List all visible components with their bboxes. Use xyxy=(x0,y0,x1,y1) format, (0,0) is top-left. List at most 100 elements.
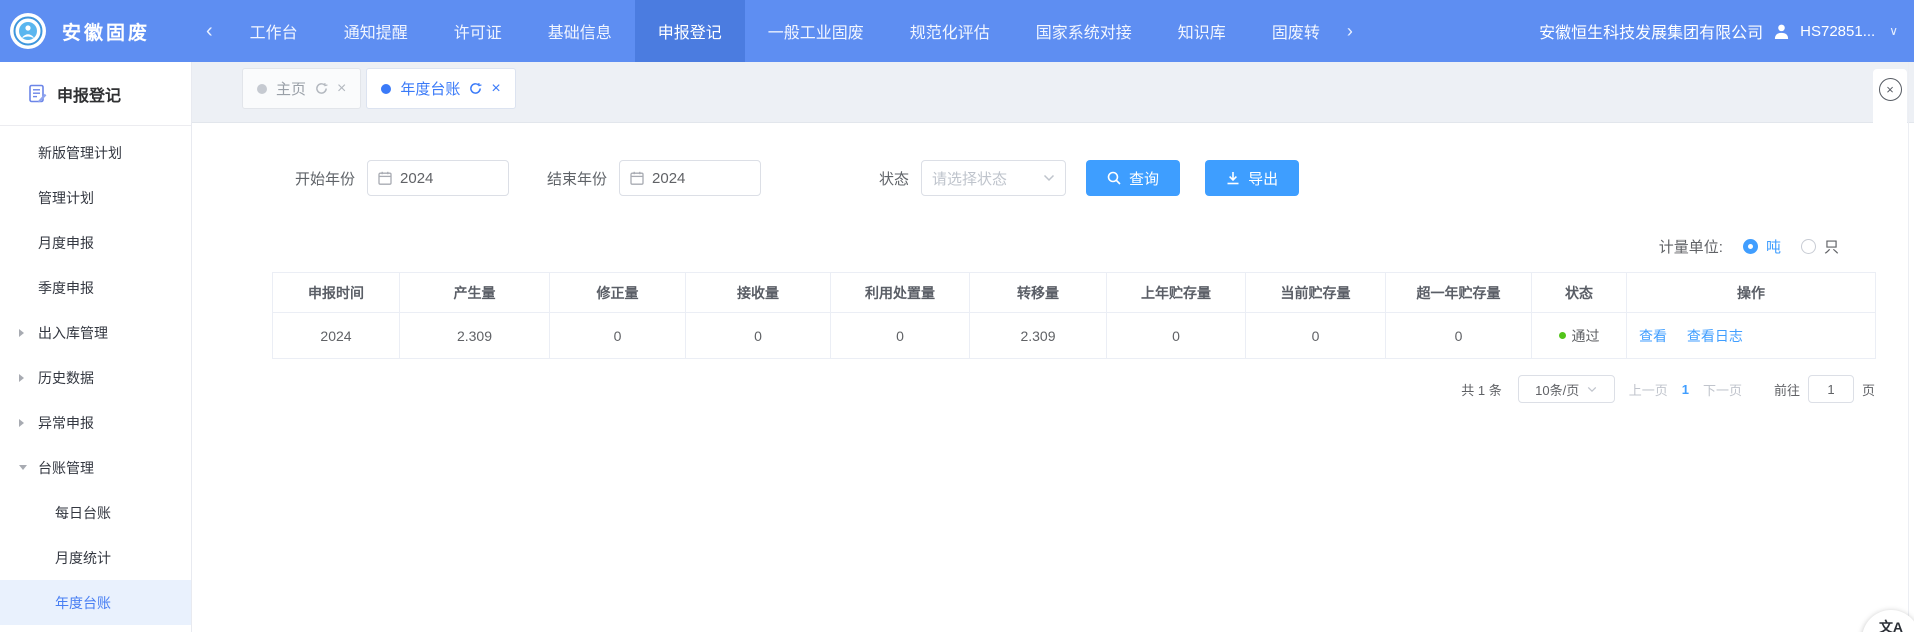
col-status: 状态 xyxy=(1532,273,1627,313)
next-page-button[interactable]: 下一页 xyxy=(1703,380,1742,399)
unit-radio-piece[interactable]: 只 xyxy=(1801,236,1839,257)
page-size-select[interactable]: 10条/页 xyxy=(1518,375,1615,403)
expand-right-caret-icon xyxy=(19,329,24,337)
nav-item-national-system[interactable]: 国家系统对接 xyxy=(1013,0,1155,62)
status-badge: 通过 xyxy=(1559,326,1600,346)
calendar-icon xyxy=(378,171,392,185)
nav-scroll-arrow-icon[interactable]: › xyxy=(1343,0,1357,62)
end-year-input[interactable]: 2024 xyxy=(619,160,761,196)
calendar-icon xyxy=(630,171,644,185)
tab-status-dot xyxy=(381,84,391,94)
tab-close-icon[interactable]: × xyxy=(491,81,500,97)
circled-x-icon: × xyxy=(1879,78,1902,101)
expand-down-caret-icon xyxy=(19,465,27,470)
page-number-1[interactable]: 1 xyxy=(1682,382,1689,397)
tab-close-icon[interactable]: × xyxy=(337,81,346,97)
view-link[interactable]: 查看 xyxy=(1639,328,1667,344)
col-generated: 产生量 xyxy=(400,273,550,313)
sidebar-item-history-data[interactable]: 历史数据 xyxy=(0,355,191,400)
total-count: 共 1 条 xyxy=(1461,380,1501,399)
col-actions: 操作 xyxy=(1627,273,1876,313)
tab-status-dot xyxy=(257,84,267,94)
nav-item-basic-info[interactable]: 基础信息 xyxy=(525,0,635,62)
user-icon xyxy=(1773,23,1790,40)
sidebar-item-ledger-management[interactable]: 台账管理 xyxy=(0,445,191,490)
export-button[interactable]: 导出 xyxy=(1205,160,1299,196)
tab-strip: 主页 × 年度台账 × × xyxy=(192,62,1914,123)
view-log-link[interactable]: 查看日志 xyxy=(1687,328,1743,344)
nav-item-general-industrial-waste[interactable]: 一般工业固废 xyxy=(745,0,887,62)
measure-unit-label: 计量单位: xyxy=(1659,236,1723,257)
declaration-doc-icon xyxy=(28,84,47,103)
sidebar-header: 申报登记 xyxy=(0,62,191,126)
annual-ledger-table: 申报时间 产生量 修正量 接收量 利用处置量 转移量 上年贮存量 当前贮存量 超… xyxy=(272,272,1876,359)
tabs: 主页 × 年度台账 × xyxy=(242,68,516,109)
prev-page-button[interactable]: 上一页 xyxy=(1629,380,1668,399)
sidebar-item-quarterly-declaration[interactable]: 季度申报 xyxy=(0,265,191,310)
top-nav: 安徽固废 ‹ 工作台 通知提醒 许可证 基础信息 申报登记 一般工业固废 规范化… xyxy=(0,0,1914,62)
tab-home[interactable]: 主页 × xyxy=(242,68,361,109)
sidebar-item-inout-storage[interactable]: 出入库管理 xyxy=(0,310,191,355)
scrollbar-track[interactable] xyxy=(1908,62,1909,632)
table-row: 2024 2.309 0 0 0 2.309 0 0 0 通过 查看 查看日志 xyxy=(273,313,1876,359)
chevron-down-icon xyxy=(1043,174,1055,182)
nav-collapse-chevron-icon[interactable]: ‹ xyxy=(206,21,213,41)
status-select[interactable]: 请选择状态 xyxy=(921,160,1066,196)
sidebar-item-management-plan[interactable]: 管理计划 xyxy=(0,175,191,220)
pagination: 共 1 条 10条/页 上一页 1 下一页 前往 页 xyxy=(1461,374,1875,404)
start-year-input[interactable]: 2024 xyxy=(367,160,509,196)
nav-menu: 工作台 通知提醒 许可证 基础信息 申报登记 一般工业固废 规范化评估 国家系统… xyxy=(227,0,1357,62)
close-all-tabs-button[interactable]: × xyxy=(1873,69,1907,123)
sidebar-item-abnormal-declaration[interactable]: 异常申报 xyxy=(0,400,191,445)
nav-item-waste-transfer[interactable]: 固废转 xyxy=(1249,0,1343,62)
username[interactable]: HS72851... xyxy=(1800,23,1875,40)
sidebar-item-new-management-plan[interactable]: 新版管理计划 xyxy=(0,130,191,175)
sidebar-item-monthly-declaration[interactable]: 月度申报 xyxy=(0,220,191,265)
nav-item-workbench[interactable]: 工作台 xyxy=(227,0,321,62)
sidebar-item-monthly-stats[interactable]: 月度统计 xyxy=(0,535,191,580)
sidebar-title: 申报登记 xyxy=(57,82,121,106)
tab-refresh-icon[interactable] xyxy=(469,82,482,95)
status-dot-icon xyxy=(1559,332,1566,339)
magnifier-icon xyxy=(1107,171,1121,185)
col-over-one-year-storage: 超一年贮存量 xyxy=(1386,273,1532,313)
search-button[interactable]: 查询 xyxy=(1086,160,1180,196)
filter-bar: 开始年份 2024 结束年份 2024 状态 请选择状态 xyxy=(295,160,1299,196)
page-unit-label: 页 xyxy=(1862,380,1875,399)
brand: 安徽固废 xyxy=(0,13,192,49)
table-header-row: 申报时间 产生量 修正量 接收量 利用处置量 转移量 上年贮存量 当前贮存量 超… xyxy=(273,273,1876,313)
expand-right-caret-icon xyxy=(19,374,24,382)
app-window: 安徽固废 ‹ 工作台 通知提醒 许可证 基础信息 申报登记 一般工业固废 规范化… xyxy=(0,0,1914,632)
app-logo-icon xyxy=(10,13,46,49)
nav-item-license[interactable]: 许可证 xyxy=(431,0,525,62)
end-year-label: 结束年份 xyxy=(547,168,607,189)
nav-item-knowledge-base[interactable]: 知识库 xyxy=(1155,0,1249,62)
cell-over-one-year-storage: 0 xyxy=(1386,313,1532,359)
measure-unit-row: 计量单位: 吨 只 xyxy=(1659,234,1839,258)
brand-title: 安徽固废 xyxy=(62,18,150,45)
start-year-label: 开始年份 xyxy=(295,168,355,189)
sidebar-item-annual-ledger[interactable]: 年度台账 xyxy=(0,580,191,625)
col-transferred: 转移量 xyxy=(970,273,1107,313)
sidebar-item-daily-ledger[interactable]: 每日台账 xyxy=(0,490,191,535)
nav-item-standard-evaluation[interactable]: 规范化评估 xyxy=(887,0,1013,62)
translate-icon: 文A xyxy=(1879,617,1903,632)
status-placeholder: 请选择状态 xyxy=(932,168,1007,189)
cell-received: 0 xyxy=(686,313,831,359)
unit-radio-ton[interactable]: 吨 xyxy=(1743,236,1781,257)
col-prev-year-storage: 上年贮存量 xyxy=(1107,273,1246,313)
tab-annual-ledger[interactable]: 年度台账 × xyxy=(366,68,515,109)
nav-user-area: 安徽恒生科技发展集团有限公司 HS72851... ∨ xyxy=(1539,19,1914,43)
download-icon xyxy=(1226,171,1240,185)
nav-item-notifications[interactable]: 通知提醒 xyxy=(321,0,431,62)
sidebar: 申报登记 新版管理计划 管理计划 月度申报 季度申报 出入库管理 历史数据 异常… xyxy=(0,62,192,632)
goto-page-input[interactable] xyxy=(1808,375,1854,403)
cell-prev-year-storage: 0 xyxy=(1107,313,1246,359)
nav-item-declaration[interactable]: 申报登记 xyxy=(635,0,745,62)
company-name: 安徽恒生科技发展集团有限公司 xyxy=(1539,19,1763,43)
chevron-down-icon xyxy=(1587,386,1597,393)
user-menu-chevron-down-icon[interactable]: ∨ xyxy=(1889,24,1898,38)
tab-refresh-icon[interactable] xyxy=(315,82,328,95)
cell-utilized-disposed: 0 xyxy=(831,313,970,359)
col-utilized-disposed: 利用处置量 xyxy=(831,273,970,313)
